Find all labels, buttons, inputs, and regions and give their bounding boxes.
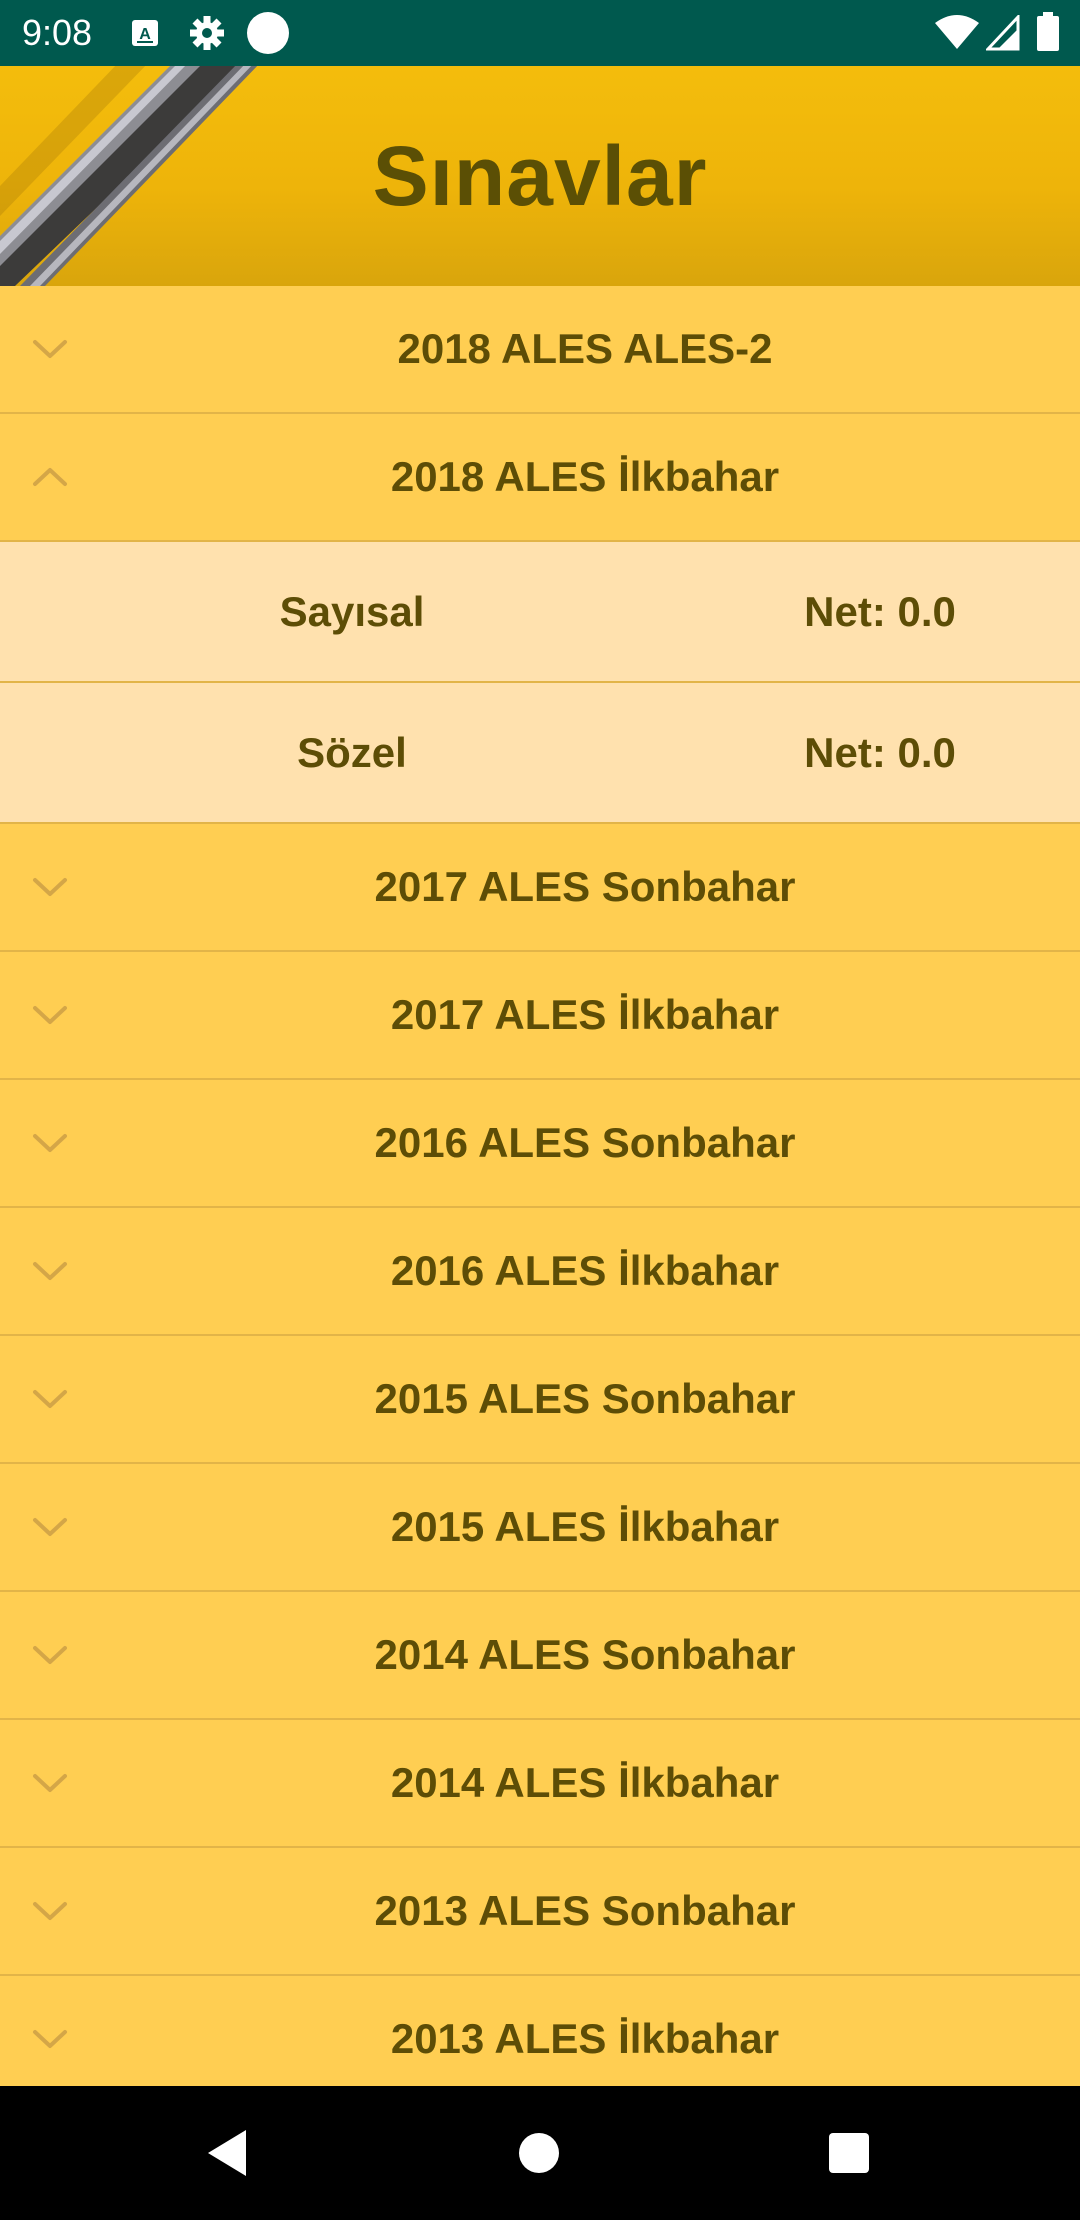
- back-icon[interactable]: [196, 2120, 262, 2186]
- exam-header[interactable]: 2014 ALES İlkbahar: [0, 1720, 1080, 1848]
- exam-header[interactable]: 2017 ALES Sonbahar: [0, 824, 1080, 952]
- exam-section-row[interactable]: Sayısal Net: 0.0: [0, 542, 1080, 683]
- exam-header[interactable]: 2017 ALES İlkbahar: [0, 952, 1080, 1080]
- exam-section-row[interactable]: Sözel Net: 0.0: [0, 683, 1080, 824]
- gear-icon: [188, 14, 226, 57]
- section-name: Sayısal: [279, 588, 425, 635]
- exam-group: 2018 ALES İlkbahar Sayısal Net: 0.0 Sözel Ne…: [0, 414, 1080, 824]
- exam-group: 2016 ALES İlkbahar: [0, 1208, 1080, 1336]
- chevron-down-icon[interactable]: [32, 1256, 68, 1286]
- exam-header[interactable]: 2018 ALES İlkbahar: [0, 414, 1080, 542]
- exam-group: 2015 ALES İlkbahar: [0, 1464, 1080, 1592]
- section-net-score: Net: 0.0: [804, 729, 956, 776]
- exam-group: 2017 ALES İlkbahar: [0, 952, 1080, 1080]
- exam-title: 2013 ALES Sonbahar: [374, 1887, 796, 1934]
- exam-group: 2014 ALES İlkbahar: [0, 1720, 1080, 1848]
- exam-header[interactable]: 2013 ALES Sonbahar: [0, 1848, 1080, 1976]
- exam-title: 2016 ALES İlkbahar: [390, 1247, 780, 1294]
- exam-group: 2014 ALES Sonbahar: [0, 1592, 1080, 1720]
- recents-icon[interactable]: [816, 2120, 882, 2186]
- exam-title: 2018 ALES ALES-2: [397, 325, 773, 372]
- exam-group: 2013 ALES Sonbahar: [0, 1848, 1080, 1976]
- chevron-down-icon[interactable]: [32, 1896, 68, 1926]
- chevron-down-icon[interactable]: [32, 1000, 68, 1030]
- page-title: Sınavlar: [372, 129, 708, 223]
- circle-notification-icon: [246, 11, 290, 60]
- exam-header[interactable]: 2015 ALES Sonbahar: [0, 1336, 1080, 1464]
- exam-group: 2013 ALES İlkbahar: [0, 1976, 1080, 2086]
- cell-signal-icon: [984, 13, 1020, 56]
- exam-title: 2015 ALES İlkbahar: [390, 1503, 780, 1550]
- navigation-bar: [0, 2086, 1080, 2220]
- header-banner: Sınavlar: [0, 66, 1080, 286]
- exam-list[interactable]: 2018 ALES ALES-2 2018 ALES İlkbahar Sayısa…: [0, 286, 1080, 2086]
- app-screen: 9:08 A Sınavlar 2018 ALES ALES-2 2018 AL…: [0, 0, 1080, 2220]
- exam-title: 2016 ALES Sonbahar: [374, 1119, 796, 1166]
- exam-title: 2017 ALES Sonbahar: [374, 863, 796, 910]
- status-bar: 9:08 A: [0, 0, 1080, 66]
- chevron-down-icon[interactable]: [32, 1512, 68, 1542]
- exam-group: 2015 ALES Sonbahar: [0, 1336, 1080, 1464]
- exam-header[interactable]: 2013 ALES İlkbahar: [0, 1976, 1080, 2086]
- chevron-down-icon[interactable]: [32, 872, 68, 902]
- exam-title: 2014 ALES Sonbahar: [374, 1631, 796, 1678]
- chevron-down-icon[interactable]: [32, 1640, 68, 1670]
- keyboard-a-icon: A: [130, 18, 160, 53]
- exam-header[interactable]: 2014 ALES Sonbahar: [0, 1592, 1080, 1720]
- battery-icon: [1036, 12, 1060, 57]
- exam-header[interactable]: 2016 ALES Sonbahar: [0, 1080, 1080, 1208]
- exam-group: 2018 ALES ALES-2: [0, 286, 1080, 414]
- chevron-down-icon[interactable]: [32, 334, 68, 364]
- svg-text:A: A: [139, 26, 151, 43]
- status-time: 9:08: [22, 12, 93, 53]
- wifi-icon: [934, 15, 980, 56]
- section-net-score: Net: 0.0: [804, 588, 956, 635]
- chevron-up-icon[interactable]: [32, 462, 68, 492]
- section-name: Sözel: [297, 729, 407, 776]
- chevron-down-icon[interactable]: [32, 1384, 68, 1414]
- exam-title: 2013 ALES İlkbahar: [390, 2015, 780, 2062]
- exam-group: 2017 ALES Sonbahar: [0, 824, 1080, 952]
- exam-title: 2015 ALES Sonbahar: [374, 1375, 796, 1422]
- chevron-down-icon[interactable]: [32, 2024, 68, 2054]
- exam-header[interactable]: 2016 ALES İlkbahar: [0, 1208, 1080, 1336]
- exam-group: 2016 ALES Sonbahar: [0, 1080, 1080, 1208]
- chevron-down-icon[interactable]: [32, 1768, 68, 1798]
- chevron-down-icon[interactable]: [32, 1128, 68, 1158]
- exam-title: 2014 ALES İlkbahar: [390, 1759, 780, 1806]
- exam-title: 2017 ALES İlkbahar: [390, 991, 780, 1038]
- home-icon[interactable]: [506, 2120, 572, 2186]
- exam-header[interactable]: 2015 ALES İlkbahar: [0, 1464, 1080, 1592]
- exam-title: 2018 ALES İlkbahar: [390, 453, 780, 500]
- exam-header[interactable]: 2018 ALES ALES-2: [0, 286, 1080, 414]
